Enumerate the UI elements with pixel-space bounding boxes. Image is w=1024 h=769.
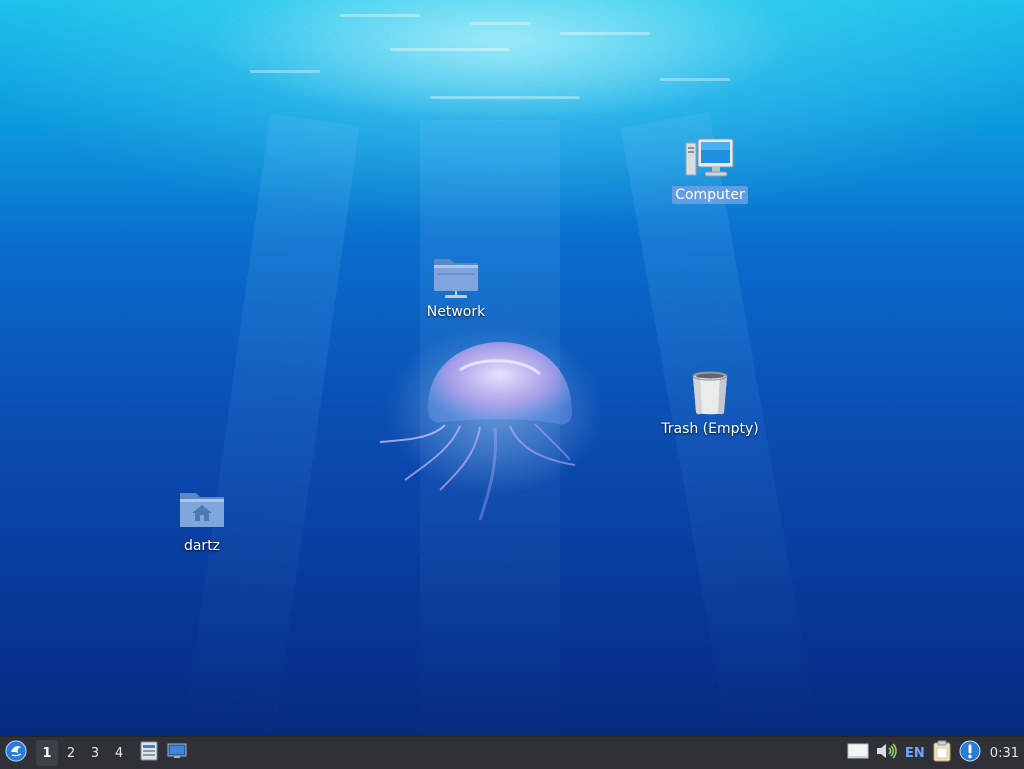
window-icon	[847, 742, 869, 764]
surface-ripple	[250, 70, 320, 73]
clipboard-icon	[931, 740, 953, 766]
system-tray: EN 0:31	[844, 737, 1024, 769]
surface-ripple	[390, 48, 510, 51]
workspace-4-button[interactable]: 4	[108, 740, 130, 766]
update-notifier-icon	[959, 740, 981, 766]
surface-ripple	[340, 14, 420, 17]
taskbar: 1 2 3 4 EN 0:31	[0, 736, 1024, 769]
network-folder-icon	[430, 253, 482, 299]
volume-control[interactable]	[875, 740, 899, 766]
workspace-3-button[interactable]: 3	[84, 740, 106, 766]
desktop-icon-label: dartz	[183, 538, 221, 554]
workspace-1-button[interactable]: 1	[36, 740, 58, 766]
desktop-icon-label: Trash (Empty)	[661, 421, 759, 437]
desktop-icon-label: Network	[426, 304, 486, 320]
desktop-icon-computer[interactable]: Computer	[655, 136, 765, 204]
file-manager-icon	[140, 741, 158, 765]
desktop-icon-network[interactable]: Network	[401, 253, 511, 321]
update-notifier[interactable]	[959, 740, 981, 766]
start-menu-button[interactable]	[2, 740, 30, 766]
surface-ripple	[560, 32, 650, 35]
trash-icon	[684, 370, 736, 416]
file-manager-launcher[interactable]	[136, 740, 162, 766]
workspace-2-button[interactable]: 2	[60, 740, 82, 766]
desktop-icon-trash[interactable]: Trash (Empty)	[655, 370, 765, 438]
desktop-icon-label: Computer	[672, 186, 748, 204]
keyboard-layout-indicator[interactable]: EN	[905, 740, 925, 766]
surface-ripple	[430, 96, 580, 99]
clipboard-manager[interactable]	[931, 740, 953, 766]
volume-icon	[875, 741, 899, 765]
show-desktop-launcher[interactable]	[164, 740, 190, 766]
window-indicator[interactable]	[847, 740, 869, 766]
show-desktop-icon	[167, 743, 187, 763]
home-folder-icon	[176, 487, 228, 533]
desktop-icon-home[interactable]: dartz	[147, 487, 257, 555]
surface-ripple	[660, 78, 730, 81]
computer-icon	[684, 136, 736, 182]
light-ray	[184, 113, 360, 736]
jellyfish-wallpaper-image	[379, 330, 600, 521]
surface-ripple	[470, 22, 530, 25]
desktop-background[interactable]: Computer Network Trash (Empty) dartz	[0, 0, 1024, 736]
clock[interactable]: 0:31	[990, 740, 1019, 766]
menu-logo-icon	[5, 740, 27, 766]
